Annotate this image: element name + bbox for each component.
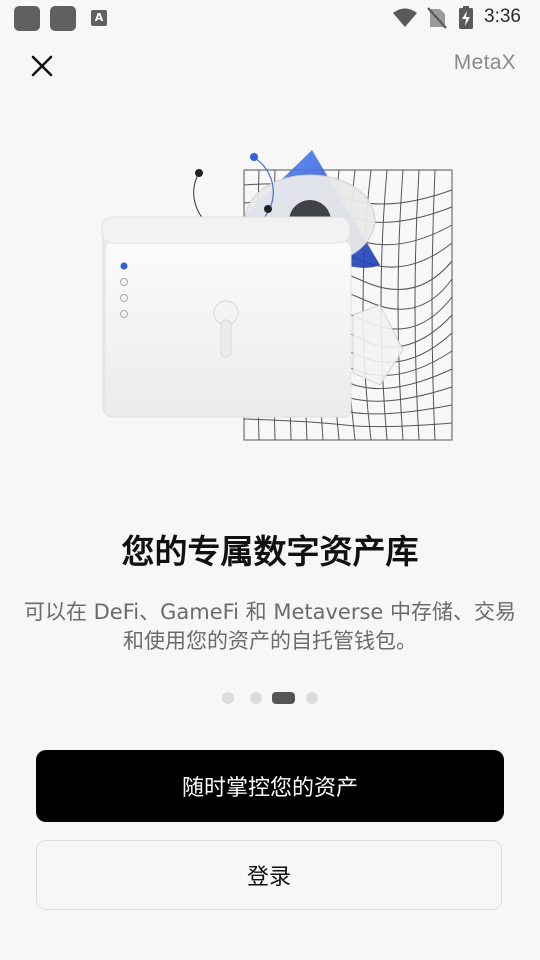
app-icon: [50, 6, 76, 31]
safe-box: [101, 216, 352, 418]
font-a-icon: A: [91, 10, 107, 26]
status-bar: A 3:36: [0, 0, 540, 36]
page-dot-active: [272, 692, 295, 704]
page-dot: [250, 692, 262, 704]
page-dot: [306, 692, 318, 704]
close-icon: [31, 55, 53, 77]
crystal-shape: [352, 304, 404, 386]
onboarding-description: 可以在 DeFi、GameFi 和 Metaverse 中存储、交易和使用您的资…: [23, 600, 517, 653]
take-control-button[interactable]: 随时掌控您的资产: [36, 750, 504, 822]
page-indicator: [0, 692, 540, 706]
page-dot: [222, 692, 234, 704]
login-button[interactable]: 登录: [36, 840, 502, 910]
app-icon: [14, 6, 40, 31]
close-button[interactable]: [26, 50, 58, 82]
battery-charging-icon: [459, 6, 473, 29]
status-time: 3:36: [484, 6, 521, 27]
brand-label: MetaX: [453, 51, 516, 74]
vault-illustration: [101, 150, 453, 441]
onboarding-title: 您的专属数字资产库: [121, 532, 419, 571]
no-sim-icon: [427, 7, 447, 29]
wifi-icon: [393, 8, 417, 27]
